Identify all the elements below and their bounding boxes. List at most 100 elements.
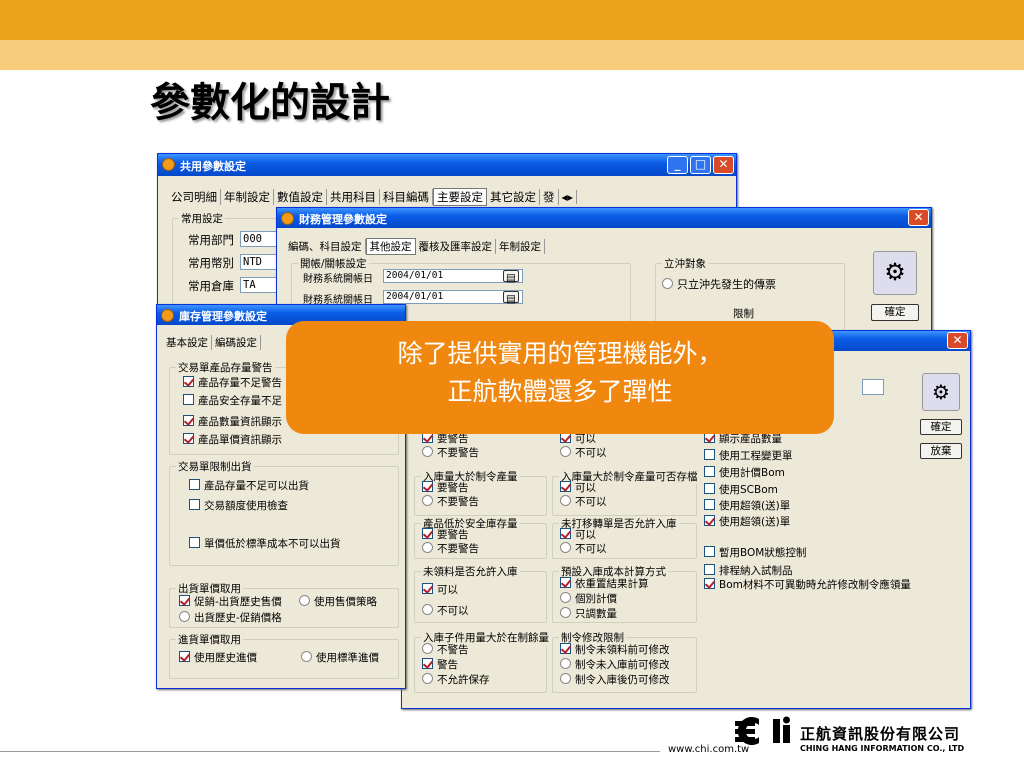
tab[interactable]: 科目編碼 [380,189,433,205]
option-label: 可以 [575,433,596,445]
option[interactable]: 使用售價策略 [299,595,377,609]
option[interactable]: 不允許保存 [422,673,490,687]
slide-title: 參數化的設計 [150,79,390,126]
check-option[interactable]: 暫用BOM狀態控制 [704,546,806,560]
option-label: 使用計價Bom [719,467,785,479]
tab[interactable]: 發 [540,189,559,205]
option-label: 產品存量不足警告 [198,377,282,389]
check-option[interactable]: 排程納入試制品 [704,564,793,578]
calendar-icon[interactable]: ▤ [503,291,519,305]
option[interactable]: 使用歷史進價 [179,651,257,665]
check-option[interactable]: 使用工程變更單 [704,449,793,463]
tab[interactable]: 編碼、科目設定 [285,239,366,254]
option-label: 警告 [437,659,458,671]
option[interactable]: 不警告 [422,643,469,657]
ok-button[interactable]: 確定 [920,419,962,435]
offset-option[interactable]: 只立沖先發生的傳票 [662,278,776,292]
option-label: 使用超領(送)單 [719,516,791,528]
option-label: 可以 [575,529,596,541]
open-date-input[interactable]: 2004/01/01 [383,269,523,283]
option[interactable]: 制令未領料前可修改 [560,643,670,657]
tab[interactable]: 年制設定 [496,239,545,254]
check-option[interactable]: 產品數量資訊顯示 [183,415,282,429]
option[interactable]: 不可以 [560,542,607,556]
option[interactable]: 不要警告 [422,446,479,460]
check-option[interactable]: 使用超領(送)單 [704,515,790,529]
tab[interactable]: 共用科目 [327,189,380,205]
warehouse-input[interactable]: TA [240,277,280,293]
close-button[interactable]: ✕ [947,332,968,349]
option[interactable]: 警告 [422,658,458,672]
group-label: 出貨單價取用 [176,581,243,596]
option[interactable]: 出貨歷史-促銷價格 [179,611,282,625]
window-title: 共用參數設定 [180,160,246,173]
option[interactable]: 要警告 [422,432,469,446]
option-label: 不可以 [575,496,607,508]
close-date-input[interactable]: 2004/01/01 [383,290,523,304]
option-label: 使用售價策略 [314,596,377,608]
check-option[interactable]: 產品單價資訊顯示 [183,433,282,447]
tab-bar: 基本設定 編碼設定 [163,335,261,350]
option-label: 制令未領料前可修改 [575,644,670,656]
option[interactable]: 要警告 [422,528,469,542]
option-label: 使用標準進價 [316,652,379,664]
option[interactable]: 不可以 [422,604,469,618]
option[interactable]: 可以 [560,432,596,446]
currency-input[interactable]: NTD [240,254,280,270]
tab[interactable]: 數值設定 [274,189,327,205]
option[interactable]: 依重置結果計算 [560,577,649,591]
option-label: 要警告 [437,433,469,445]
option[interactable]: 要警告 [422,481,469,495]
option[interactable]: 不可以 [560,495,607,509]
check-option[interactable]: 顯示產品數量 [704,432,782,446]
cancel-button[interactable]: 放棄 [920,443,962,459]
tab[interactable]: 公司明細 [168,189,221,205]
tab[interactable]: 年制設定 [221,189,274,205]
date-input[interactable] [862,379,884,395]
option[interactable]: 制令未入庫前可修改 [560,658,670,672]
option[interactable]: 制令入庫後仍可修改 [560,673,670,687]
option[interactable]: 使用標準進價 [301,651,379,665]
tab[interactable]: 編碼設定 [212,335,261,350]
option[interactable]: 只調數量 [560,607,617,621]
check-option[interactable]: 單價低於標準成本不可以出貨 [189,537,341,551]
dept-input[interactable]: 000 [240,231,280,247]
check-option[interactable]: 交易額度使用檢查 [189,499,288,513]
ok-button[interactable]: 確定 [871,304,919,321]
titlebar: 財務管理參數設定 ✕ [277,208,931,228]
close-button[interactable]: ✕ [713,156,734,174]
check-option[interactable]: 產品存量不足警告 [183,376,282,390]
company-name: 正航資訊股份有限公司 [800,725,961,743]
minimize-button[interactable]: _ [667,156,688,174]
check-option[interactable]: 使用SCBom [704,483,778,497]
tab-active[interactable]: 主要設定 [433,188,487,206]
option[interactable]: 可以 [560,481,596,495]
option[interactable]: 不要警告 [422,495,479,509]
option[interactable]: 不可以 [560,446,607,460]
option[interactable]: 促銷-出貨歷史售價 [179,595,282,609]
option[interactable]: 可以 [560,528,596,542]
check-option[interactable]: 產品安全存量不足 [183,394,282,408]
tab[interactable]: 其它設定 [487,189,540,205]
check-option[interactable]: 產品存量不足可以出貨 [189,479,309,493]
check-option[interactable]: Bom材料不可異動時允許修改制令應領量 [704,578,911,592]
option-label: 制令入庫後仍可修改 [575,674,670,686]
option-label: 使用工程變更單 [719,450,793,462]
check-option[interactable]: 使用超領(送)單 [704,499,790,513]
tab[interactable]: 基本設定 [163,335,212,350]
tab-scroll-arrows[interactable]: ◂▸ [559,190,578,204]
calendar-icon[interactable]: ▤ [503,270,519,284]
maximize-button[interactable]: □ [690,156,711,174]
tab-bar: 編碼、科目設定 其他設定 覆核及匯率設定 年制設定 [285,238,545,255]
tab-active[interactable]: 其他設定 [365,238,416,255]
close-button[interactable]: ✕ [908,209,929,226]
group-label: 常用設定 [179,211,225,226]
check-option[interactable]: 使用計價Bom [704,466,785,480]
option[interactable]: 可以 [422,583,458,597]
group-label: 進貨單價取用 [176,632,243,647]
option[interactable]: 個別計價 [560,592,617,606]
app-icon [162,158,175,171]
tab[interactable]: 覆核及匯率設定 [416,239,496,254]
callout-line: 除了提供實用的管理機能外， [397,339,723,368]
option[interactable]: 不要警告 [422,542,479,556]
